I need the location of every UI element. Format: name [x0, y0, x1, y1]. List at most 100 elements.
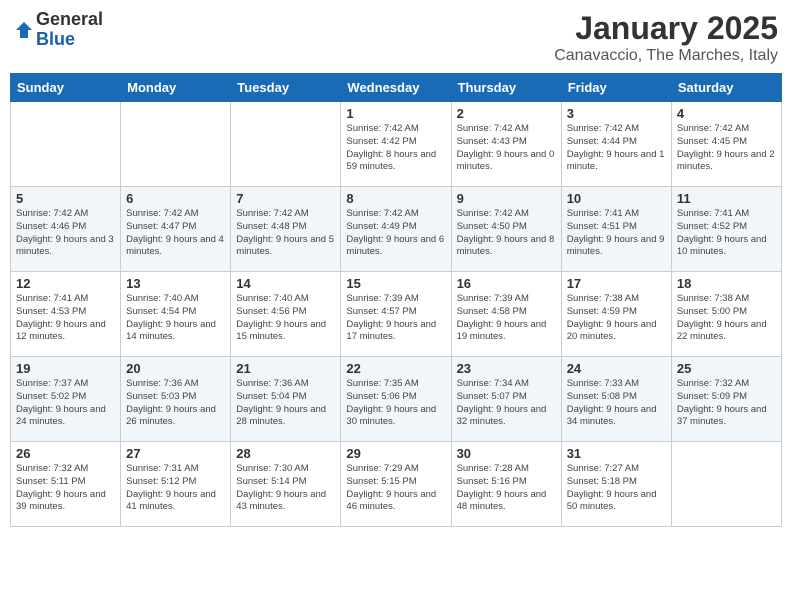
day-info: Sunrise: 7:31 AMSunset: 5:12 PMDaylight:… [126, 463, 225, 514]
day-cell: 13 Sunrise: 7:40 AMSunset: 4:54 PMDayligh… [121, 272, 231, 357]
day-info: Sunrise: 7:39 AMSunset: 4:58 PMDaylight:… [457, 293, 556, 344]
day-number: 20 [126, 361, 225, 376]
day-cell [231, 102, 341, 187]
weekday-header-thursday: Thursday [451, 74, 561, 102]
day-info: Sunrise: 7:42 AMSunset: 4:49 PMDaylight:… [346, 208, 445, 259]
day-cell: 1 Sunrise: 7:42 AMSunset: 4:42 PMDaylight… [341, 102, 451, 187]
location-title: Canavaccio, The Marches, Italy [554, 47, 778, 65]
weekday-header-saturday: Saturday [671, 74, 781, 102]
day-cell [11, 102, 121, 187]
day-cell: 4 Sunrise: 7:42 AMSunset: 4:45 PMDaylight… [671, 102, 781, 187]
day-cell: 7 Sunrise: 7:42 AMSunset: 4:48 PMDaylight… [231, 187, 341, 272]
day-number: 19 [16, 361, 115, 376]
day-info: Sunrise: 7:27 AMSunset: 5:18 PMDaylight:… [567, 463, 666, 514]
logo-blue-text: Blue [36, 30, 103, 50]
day-number: 11 [677, 191, 776, 206]
day-cell: 2Sunrise: 7:42 AMSunset: 4:43 PMDaylight… [451, 102, 561, 187]
day-cell: 22 Sunrise: 7:35 AMSunset: 5:06 PMDayligh… [341, 357, 451, 442]
day-cell: 14 Sunrise: 7:40 AMSunset: 4:56 PMDayligh… [231, 272, 341, 357]
day-number: 29 [346, 446, 445, 461]
day-number: 30 [457, 446, 556, 461]
day-number: 22 [346, 361, 445, 376]
day-cell: 26Sunrise: 7:32 AMSunset: 5:11 PMDayligh… [11, 442, 121, 527]
day-number: 24 [567, 361, 666, 376]
logo: General Blue [14, 10, 103, 50]
header: General Blue January 2025 Canavaccio, Th… [10, 10, 782, 65]
day-info: Sunrise: 7:42 AMSunset: 4:50 PMDaylight:… [457, 208, 556, 259]
day-number: 3 [567, 106, 666, 121]
week-row-4: 19 Sunrise: 7:37 AMSunset: 5:02 PMDayligh… [11, 357, 782, 442]
day-cell: 6Sunrise: 7:42 AMSunset: 4:47 PMDaylight… [121, 187, 231, 272]
day-cell [121, 102, 231, 187]
day-info: Sunrise: 7:42 AMSunset: 4:44 PMDaylight:… [567, 123, 666, 174]
day-number: 25 [677, 361, 776, 376]
day-info: Sunrise: 7:42 AMSunset: 4:45 PMDaylight:… [677, 123, 776, 174]
day-number: 14 [236, 276, 335, 291]
day-cell: 9 Sunrise: 7:42 AMSunset: 4:50 PMDaylight… [451, 187, 561, 272]
day-number: 21 [236, 361, 335, 376]
day-info: Sunrise: 7:33 AMSunset: 5:08 PMDaylight:… [567, 378, 666, 429]
day-number: 27 [126, 446, 225, 461]
day-info: Sunrise: 7:37 AMSunset: 5:02 PMDaylight:… [16, 378, 115, 429]
day-number: 15 [346, 276, 445, 291]
day-info: Sunrise: 7:40 AMSunset: 4:54 PMDaylight:… [126, 293, 225, 344]
day-number: 13 [126, 276, 225, 291]
day-info: Sunrise: 7:35 AMSunset: 5:06 PMDaylight:… [346, 378, 445, 429]
day-cell: 25 Sunrise: 7:32 AMSunset: 5:09 PMDayligh… [671, 357, 781, 442]
day-cell [671, 442, 781, 527]
day-number: 31 [567, 446, 666, 461]
day-cell: 30 Sunrise: 7:28 AMSunset: 5:16 PMDayligh… [451, 442, 561, 527]
week-row-5: 26Sunrise: 7:32 AMSunset: 5:11 PMDayligh… [11, 442, 782, 527]
day-cell: 31 Sunrise: 7:27 AMSunset: 5:18 PMDayligh… [561, 442, 671, 527]
day-number: 12 [16, 276, 115, 291]
day-info: Sunrise: 7:36 AMSunset: 5:03 PMDaylight:… [126, 378, 225, 429]
day-cell: 16Sunrise: 7:39 AMSunset: 4:58 PMDayligh… [451, 272, 561, 357]
day-cell: 10Sunrise: 7:41 AMSunset: 4:51 PMDayligh… [561, 187, 671, 272]
day-info: Sunrise: 7:34 AMSunset: 5:07 PMDaylight:… [457, 378, 556, 429]
day-cell: 3 Sunrise: 7:42 AMSunset: 4:44 PMDaylight… [561, 102, 671, 187]
day-number: 4 [677, 106, 776, 121]
day-cell: 8 Sunrise: 7:42 AMSunset: 4:49 PMDaylight… [341, 187, 451, 272]
calendar: SundayMondayTuesdayWednesdayThursdayFrid… [10, 73, 782, 527]
day-cell: 29Sunrise: 7:29 AMSunset: 5:15 PMDayligh… [341, 442, 451, 527]
day-number: 9 [457, 191, 556, 206]
title-area: January 2025 Canavaccio, The Marches, It… [554, 10, 778, 65]
day-info: Sunrise: 7:28 AMSunset: 5:16 PMDaylight:… [457, 463, 556, 514]
day-cell: 17 Sunrise: 7:38 AMSunset: 4:59 PMDayligh… [561, 272, 671, 357]
day-number: 23 [457, 361, 556, 376]
day-cell: 20 Sunrise: 7:36 AMSunset: 5:03 PMDayligh… [121, 357, 231, 442]
day-cell: 23 Sunrise: 7:34 AMSunset: 5:07 PMDayligh… [451, 357, 561, 442]
day-cell: 24 Sunrise: 7:33 AMSunset: 5:08 PMDayligh… [561, 357, 671, 442]
weekday-header-tuesday: Tuesday [231, 74, 341, 102]
weekday-header-sunday: Sunday [11, 74, 121, 102]
day-info: Sunrise: 7:32 AMSunset: 5:09 PMDaylight:… [677, 378, 776, 429]
weekday-header-row: SundayMondayTuesdayWednesdayThursdayFrid… [11, 74, 782, 102]
day-info: Sunrise: 7:38 AMSunset: 4:59 PMDaylight:… [567, 293, 666, 344]
day-info: Sunrise: 7:36 AMSunset: 5:04 PMDaylight:… [236, 378, 335, 429]
weekday-header-friday: Friday [561, 74, 671, 102]
day-info: Sunrise: 7:38 AMSunset: 5:00 PMDaylight:… [677, 293, 776, 344]
day-info: Sunrise: 7:42 AMSunset: 4:48 PMDaylight:… [236, 208, 335, 259]
day-cell: 19 Sunrise: 7:37 AMSunset: 5:02 PMDayligh… [11, 357, 121, 442]
day-info: Sunrise: 7:41 AMSunset: 4:52 PMDaylight:… [677, 208, 776, 259]
day-number: 7 [236, 191, 335, 206]
week-row-1: 1 Sunrise: 7:42 AMSunset: 4:42 PMDaylight… [11, 102, 782, 187]
day-info: Sunrise: 7:32 AMSunset: 5:11 PMDaylight:… [16, 463, 115, 514]
day-number: 1 [346, 106, 445, 121]
day-number: 17 [567, 276, 666, 291]
day-info: Sunrise: 7:30 AMSunset: 5:14 PMDaylight:… [236, 463, 335, 514]
day-cell: 28 Sunrise: 7:30 AMSunset: 5:14 PMDayligh… [231, 442, 341, 527]
day-number: 5 [16, 191, 115, 206]
day-info: Sunrise: 7:41 AMSunset: 4:51 PMDaylight:… [567, 208, 666, 259]
logo-icon [14, 20, 34, 40]
day-info: Sunrise: 7:42 AMSunset: 4:43 PMDaylight:… [457, 123, 556, 174]
day-number: 8 [346, 191, 445, 206]
day-cell: 5Sunrise: 7:42 AMSunset: 4:46 PMDaylight… [11, 187, 121, 272]
day-number: 28 [236, 446, 335, 461]
logo-general-text: General [36, 10, 103, 30]
day-info: Sunrise: 7:40 AMSunset: 4:56 PMDaylight:… [236, 293, 335, 344]
day-info: Sunrise: 7:42 AMSunset: 4:42 PMDaylight:… [346, 123, 445, 174]
week-row-3: 12Sunrise: 7:41 AMSunset: 4:53 PMDayligh… [11, 272, 782, 357]
day-number: 18 [677, 276, 776, 291]
day-cell: 21 Sunrise: 7:36 AMSunset: 5:04 PMDayligh… [231, 357, 341, 442]
